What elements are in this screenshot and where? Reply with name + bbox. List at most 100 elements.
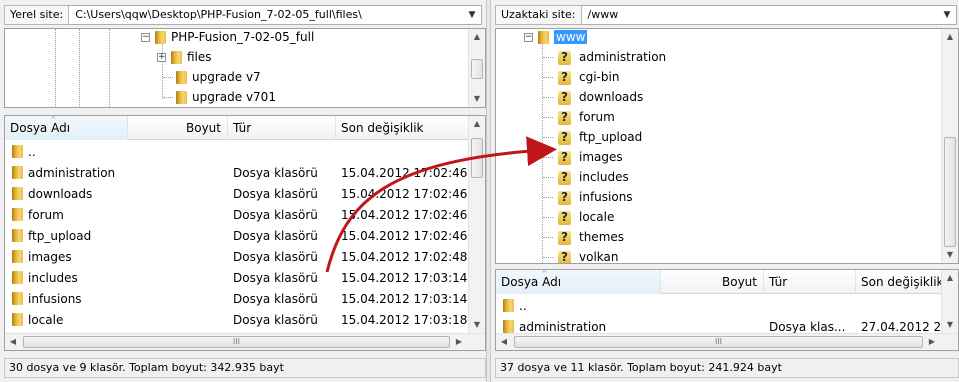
cell-name: infusions xyxy=(5,291,128,306)
scroll-down-icon[interactable]: ▼ xyxy=(942,247,958,263)
table-row[interactable]: administration Dosya klasörü 15.04.2012 17… xyxy=(5,162,470,183)
cell-type: Dosya klasörü xyxy=(233,165,318,180)
column-header-name[interactable]: ^ Dosya Adı xyxy=(496,270,661,294)
remote-pane: Uzaktaki site: /www ▼ − www ? administrat… xyxy=(491,0,959,382)
question-folder-icon: ? xyxy=(558,210,573,225)
folder-icon xyxy=(11,144,24,159)
column-header-size[interactable]: Boyut xyxy=(128,116,228,140)
remote-tree-node-infusions[interactable]: ? infusions xyxy=(558,187,633,207)
local-rows: .. administration Dosya klasörü 15.04.2012 … xyxy=(5,141,470,330)
folder-icon xyxy=(11,312,24,327)
table-row[interactable]: images Dosya klasörü 15.04.2012 17:02:48 xyxy=(5,246,470,267)
collapse-icon[interactable]: − xyxy=(524,32,533,42)
table-row[interactable]: ftp_upload Dosya klasörü 15.04.2012 17:02:… xyxy=(5,225,470,246)
question-folder-icon: ? xyxy=(558,70,573,85)
table-row[interactable]: infusions Dosya klasörü 15.04.2012 17:03:1… xyxy=(5,288,470,309)
cell-name: downloads xyxy=(5,186,128,201)
scroll-left-icon[interactable]: ◀ xyxy=(496,334,512,350)
scroll-down-icon[interactable]: ▼ xyxy=(469,317,485,333)
chevron-down-icon[interactable]: ▼ xyxy=(941,6,953,24)
cell-modified: 15.04.2012 17:03:14 xyxy=(341,291,468,306)
remote-list-hscrollbar[interactable]: ◀ III ▶ xyxy=(496,333,958,350)
column-header-modified[interactable]: Son değişiklik xyxy=(336,116,470,140)
remote-tree-node-cgi-bin[interactable]: ? cgi-bin xyxy=(558,67,619,87)
question-folder-icon: ? xyxy=(558,170,573,185)
local-site-path: C:\Users\qqw\Desktop\PHP-Fusion_7-02-05_… xyxy=(75,8,362,21)
local-file-list[interactable]: ^ Dosya Adı Boyut Tür Son değişiklik .. a… xyxy=(4,115,486,351)
folder-icon xyxy=(11,270,24,285)
table-row[interactable]: downloads Dosya klasörü 15.04.2012 17:02:4… xyxy=(5,183,470,204)
scroll-thumb[interactable]: III xyxy=(23,336,450,348)
column-header-size[interactable]: Boyut xyxy=(661,270,764,294)
scroll-thumb[interactable] xyxy=(471,138,483,178)
cell-name: .. xyxy=(5,144,128,159)
local-tree[interactable]: − PHP-Fusion_7-02-05_full + files upgrad… xyxy=(4,28,486,108)
remote-rows: .. administration Dosya klas... 27.04.2012 … xyxy=(496,295,943,337)
table-row[interactable]: .. xyxy=(5,141,470,162)
cell-type: Dosya klasörü xyxy=(233,249,318,264)
scroll-thumb[interactable]: III xyxy=(514,336,923,348)
remote-tree-node-forum[interactable]: ? forum xyxy=(558,107,615,127)
remote-site-path-combo[interactable]: /www ▼ xyxy=(581,5,957,25)
column-header-type[interactable]: Tür xyxy=(764,270,856,294)
scroll-down-icon[interactable]: ▼ xyxy=(942,317,958,333)
cell-type: Dosya klasörü xyxy=(233,312,318,327)
remote-tree-node-themes[interactable]: ? themes xyxy=(558,227,624,247)
scroll-up-icon[interactable]: ▲ xyxy=(942,29,958,45)
tree-node-label: themes xyxy=(579,230,625,244)
scroll-down-icon[interactable]: ▼ xyxy=(469,91,485,107)
folder-icon xyxy=(502,298,515,313)
column-header-name[interactable]: ^ Dosya Adı xyxy=(5,116,128,140)
folder-icon xyxy=(11,249,24,264)
cell-type: Dosya klas... xyxy=(769,319,846,334)
tree-node-label: administration xyxy=(579,50,667,64)
scroll-up-icon[interactable]: ▲ xyxy=(469,116,485,132)
scroll-thumb[interactable] xyxy=(944,137,956,247)
local-site-path-combo[interactable]: C:\Users\qqw\Desktop\PHP-Fusion_7-02-05_… xyxy=(69,5,482,25)
question-folder-icon: ? xyxy=(558,130,573,145)
tree-node-label: ftp_upload xyxy=(579,130,643,144)
scroll-right-icon[interactable]: ▶ xyxy=(451,334,467,350)
remote-tree-node-administration[interactable]: ? administration xyxy=(558,47,666,67)
local-tree-node-upgrade-v701[interactable]: upgrade v701 xyxy=(175,87,276,107)
remote-list-vscrollbar[interactable]: ▲ ▼ xyxy=(941,270,958,333)
remote-tree-scrollbar[interactable]: ▲ ▼ xyxy=(941,29,958,263)
cell-type: Dosya klasörü xyxy=(233,291,318,306)
remote-tree-node-ftp-upload[interactable]: ? ftp_upload xyxy=(558,127,642,147)
table-row[interactable]: .. xyxy=(496,295,943,316)
remote-file-list[interactable]: ^ Dosya Adı Boyut Tür Son değişiklik .. a… xyxy=(495,269,959,351)
scroll-left-icon[interactable]: ◀ xyxy=(5,334,21,350)
remote-tree-node-locale[interactable]: ? locale xyxy=(558,207,614,227)
cell-name: ftp_upload xyxy=(5,228,128,243)
table-row[interactable]: forum Dosya klasörü 15.04.2012 17:02:46 xyxy=(5,204,470,225)
column-header-modified[interactable]: Son değişiklik xyxy=(856,270,943,294)
collapse-icon[interactable]: − xyxy=(141,32,150,42)
remote-tree-node-images[interactable]: ? images xyxy=(558,147,623,167)
expand-icon[interactable]: + xyxy=(157,52,166,62)
scroll-up-icon[interactable]: ▲ xyxy=(942,270,958,286)
remote-status-bar: 37 dosya ve 11 klasör. Toplam boyut: 241… xyxy=(495,358,959,378)
local-tree-node-files[interactable]: + files xyxy=(157,47,212,67)
remote-tree-node-volkan[interactable]: ? volkan xyxy=(558,247,619,264)
cell-name: images xyxy=(5,249,128,264)
local-list-hscrollbar[interactable]: ◀ III ▶ xyxy=(5,333,485,350)
local-tree-node-root[interactable]: − PHP-Fusion_7-02-05_full xyxy=(141,29,314,47)
tree-node-label: upgrade v701 xyxy=(192,90,276,104)
tree-node-label: volkan xyxy=(579,250,619,264)
remote-tree[interactable]: − www ? administration? cgi-bin? downloads?… xyxy=(495,28,959,264)
remote-tree-node-downloads[interactable]: ? downloads xyxy=(558,87,643,107)
local-list-vscrollbar[interactable]: ▲ ▼ xyxy=(468,116,485,333)
scroll-up-icon[interactable]: ▲ xyxy=(469,29,485,45)
table-row[interactable]: includes Dosya klasörü 15.04.2012 17:03:14 xyxy=(5,267,470,288)
tree-node-label: includes xyxy=(579,170,629,184)
remote-tree-node-includes[interactable]: ? includes xyxy=(558,167,629,187)
table-row[interactable]: locale Dosya klasörü 15.04.2012 17:03:18 xyxy=(5,309,470,330)
local-tree-node-upgrade-v7[interactable]: upgrade v7 xyxy=(175,67,261,87)
chevron-down-icon[interactable]: ▼ xyxy=(466,6,478,24)
scroll-thumb[interactable] xyxy=(471,59,483,79)
remote-site-path: /www xyxy=(587,8,619,21)
local-tree-scrollbar[interactable]: ▲ ▼ xyxy=(468,29,485,107)
scroll-right-icon[interactable]: ▶ xyxy=(924,334,940,350)
column-header-type[interactable]: Tür xyxy=(228,116,336,140)
remote-tree-node-www[interactable]: − www xyxy=(524,29,588,47)
